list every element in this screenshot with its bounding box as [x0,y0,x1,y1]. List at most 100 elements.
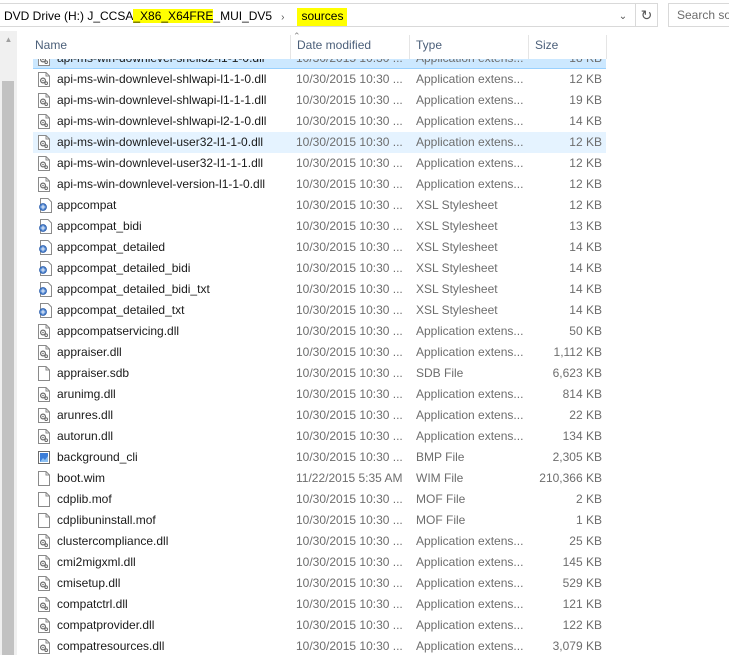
file-row[interactable]: api-ms-win-downlevel-user32-l1-1-1.dll 10… [33,153,606,174]
file-size: 1 KB [575,513,602,527]
file-row[interactable]: arunres.dll 10/30/2015 10:30 ... Applicati… [33,405,606,426]
file-name: cmisetup.dll [57,576,121,590]
file-name: api-ms-win-downlevel-shlwapi-l1-1-1.dll [57,93,267,107]
file-name: compatprovider.dll [57,618,155,632]
file-row[interactable]: compatprovider.dll 10/30/2015 10:30 ... Ap… [33,615,606,636]
file-type: Application extens... [416,324,524,338]
file-size: 814 KB [562,387,602,401]
search-input[interactable]: Search sources [668,3,729,27]
file-date-modified: 11/22/2015 5:35 AM [296,471,403,485]
file-date-modified: 10/30/2015 10:30 ... [296,198,403,212]
file-type: Application extens... [416,408,524,422]
scroll-up-arrow-icon[interactable]: ▲ [0,31,17,48]
file-row[interactable]: background_cli 10/30/2015 10:30 ... BMP Fi… [33,447,606,468]
file-size: 122 KB [562,618,602,632]
breadcrumb-sources[interactable]: sources [297,8,348,26]
file-name: arunimg.dll [57,387,116,401]
column-divider[interactable] [606,35,607,59]
file-name: api-ms-win-downlevel-shell32-l1-1-0.dll [57,59,264,65]
column-header-date-label: Date modified [297,38,372,52]
file-date-modified: 10/30/2015 10:30 ... [296,135,403,149]
file-type: Application extens... [416,156,524,170]
file-type: XSL Stylesheet [416,303,498,317]
column-header-size[interactable]: Size [528,31,606,59]
xsl-file-icon [38,261,52,276]
address-box[interactable]: DVD Drive (H:) J_CCSA_X86_X64FRE_MUI_DV5… [0,3,636,27]
file-size: 529 KB [562,576,602,590]
drive-label: DVD Drive (H:) J_CCSA [4,9,134,23]
dll-file-icon [38,59,50,66]
file-size: 22 KB [569,408,602,422]
file-size: 6,623 KB [552,366,602,380]
file-row[interactable]: appcompat_detailed_txt 10/30/2015 10:30 .… [33,300,606,321]
file-row[interactable]: cmi2migxml.dll 10/30/2015 10:30 ... Applic… [33,552,606,573]
file-size: 2,305 KB [552,450,602,464]
file-row[interactable]: compatctrl.dll 10/30/2015 10:30 ... Applic… [33,594,606,615]
file-date-modified: 10/30/2015 10:30 ... [296,59,403,65]
chevron-down-icon[interactable]: ⌄ [616,10,630,24]
file-size: 50 KB [569,324,602,338]
file-name: compatctrl.dll [57,597,128,611]
dll-file-icon [38,93,50,108]
file-type: Application extens... [416,534,524,548]
file-date-modified: 10/30/2015 10:30 ... [296,492,403,506]
file-name: compatresources.dll [57,639,165,653]
file-row[interactable]: clustercompliance.dll 10/30/2015 10:30 ..… [33,531,606,552]
refresh-icon[interactable]: ↻ [636,3,658,27]
file-row[interactable]: cdplibuninstall.mof 10/30/2015 10:30 ... M… [33,510,606,531]
file-name: cdplib.mof [57,492,112,506]
file-row[interactable]: appcompat_detailed_bidi 10/30/2015 10:30 … [33,258,606,279]
file-row[interactable]: cdplib.mof 10/30/2015 10:30 ... MOF File 2 … [33,489,606,510]
file-size: 13 KB [569,219,602,233]
file-name: api-ms-win-downlevel-shlwapi-l2-1-0.dll [57,114,267,128]
file-row[interactable]: autorun.dll 10/30/2015 10:30 ... Applicati… [33,426,606,447]
file-size: 12 KB [569,156,602,170]
file-row[interactable]: appcompat 10/30/2015 10:30 ... XSL Stylesh… [33,195,606,216]
file-row[interactable]: api-ms-win-downlevel-shlwapi-l1-1-0.dll 1… [33,69,606,90]
file-row[interactable]: compatresources.dll 10/30/2015 10:30 ... A… [33,636,606,655]
column-header-date[interactable]: Date modified [290,31,409,59]
file-size: 12 KB [569,198,602,212]
file-size: 18 KB [516,59,602,65]
breadcrumb-drive[interactable]: DVD Drive (H:) J_CCSA_X86_X64FRE_MUI_DV5 [4,9,272,23]
address-bar: DVD Drive (H:) J_CCSA_X86_X64FRE_MUI_DV5… [0,0,729,32]
file-date-modified: 10/30/2015 10:30 ... [296,345,403,359]
file-row[interactable]: cmisetup.dll 10/30/2015 10:30 ... Applicat… [33,573,606,594]
file-row[interactable]: api-ms-win-downlevel-shlwapi-l2-1-0.dll 1… [33,111,606,132]
column-header-name[interactable]: Name ⌃ [28,31,301,59]
file-row[interactable]: api-ms-win-downlevel-version-l1-1-0.dll 1… [33,174,606,195]
file-row[interactable]: appcompat_bidi 10/30/2015 10:30 ... XSL St… [33,216,606,237]
file-row[interactable]: api-ms-win-downlevel-user32-l1-1-0.dll 10… [33,132,606,153]
file-row[interactable]: api-ms-win-downlevel-shlwapi-l1-1-1.dll 1… [33,90,606,111]
column-header-type[interactable]: Type [409,31,528,59]
file-row[interactable]: appraiser.sdb 10/30/2015 10:30 ... SDB Fil… [33,363,606,384]
file-name: cmi2migxml.dll [57,555,136,569]
file-name: api-ms-win-downlevel-version-l1-1-0.dll [57,177,266,191]
file-row[interactable]: api-ms-win-downlevel-shell32-l1-1-0.dll 1… [33,59,606,69]
file-type: Application extens... [416,114,524,128]
file-row[interactable]: arunimg.dll 10/30/2015 10:30 ... Applicati… [33,384,606,405]
file-type: Application extens... [416,618,524,632]
file-type: SDB File [416,366,464,380]
file-date-modified: 10/30/2015 10:30 ... [296,303,403,317]
file-name: cdplibuninstall.mof [57,513,156,527]
file-date-modified: 10/30/2015 10:30 ... [296,618,403,632]
file-row[interactable]: boot.wim 11/22/2015 5:35 AM WIM File 210,36… [33,468,606,489]
scrollbar-thumb[interactable] [2,81,14,655]
breadcrumb-separator-icon[interactable]: › [281,12,284,23]
file-type: Application extens... [416,177,524,191]
file-date-modified: 10/30/2015 10:30 ... [296,408,403,422]
file-row[interactable]: appcompatservicing.dll 10/30/2015 10:30 .… [33,321,606,342]
file-date-modified: 10/30/2015 10:30 ... [296,387,403,401]
file-row[interactable]: appcompat_detailed 10/30/2015 10:30 ... XS… [33,237,606,258]
file-row[interactable]: appcompat_detailed_bidi_txt 10/30/2015 10… [33,279,606,300]
file-type: Application extens... [416,345,524,359]
file-row[interactable]: appraiser.dll 10/30/2015 10:30 ... Applica… [33,342,606,363]
dll-file-icon [38,387,50,402]
file-size: 12 KB [569,135,602,149]
file-date-modified: 10/30/2015 10:30 ... [296,219,403,233]
file-size: 14 KB [569,282,602,296]
file-size: 2 KB [575,492,602,506]
vertical-scrollbar[interactable]: ▲ [0,31,17,655]
file-name: api-ms-win-downlevel-user32-l1-1-0.dll [57,135,264,149]
